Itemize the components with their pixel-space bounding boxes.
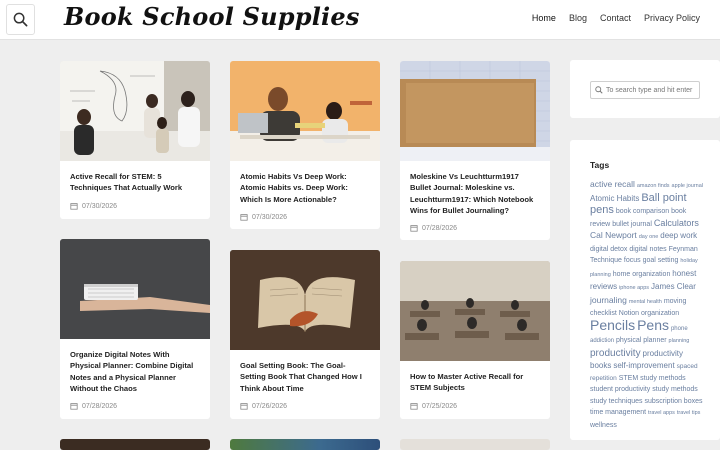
post-date: 07/30/2026 xyxy=(240,213,287,221)
tag-link[interactable]: Calculators xyxy=(654,218,699,228)
tag-link[interactable]: mental health xyxy=(629,299,662,305)
post-thumbnail[interactable] xyxy=(60,239,210,339)
tag-link[interactable]: book comparison xyxy=(616,208,669,215)
tag-link[interactable]: James Clear xyxy=(651,282,696,291)
tag-link[interactable]: planning xyxy=(669,338,690,344)
tag-link[interactable]: travel tips xyxy=(677,410,701,416)
tag-link[interactable]: bullet journal xyxy=(612,221,652,228)
post-thumbnail[interactable] xyxy=(400,61,550,161)
site-header: Book School Supplies Home Blog Contact P… xyxy=(0,0,720,40)
tag-link[interactable]: student productivity xyxy=(590,386,650,393)
tag-link[interactable]: Atomic Habits xyxy=(590,194,639,203)
sidebar-search-input[interactable]: To search type and hit enter xyxy=(590,81,700,99)
post-card[interactable] xyxy=(400,439,550,450)
post-card[interactable]: Organize Digital Notes With Physical Pla… xyxy=(60,239,210,419)
site-logo[interactable]: Book School Supplies xyxy=(64,2,360,31)
main-nav: Home Blog Contact Privacy Policy xyxy=(532,13,700,23)
tag-link[interactable]: self-improvement xyxy=(613,361,674,370)
post-card[interactable]: Atomic Habits Vs Deep Work: Atomic Habit… xyxy=(230,61,380,229)
post-card[interactable]: Goal Setting Book: The Goal-Setting Book… xyxy=(230,250,380,419)
post-date: 07/28/2026 xyxy=(70,402,117,410)
calendar-icon xyxy=(240,403,248,410)
tag-link[interactable]: apple journal xyxy=(672,183,704,189)
post-card[interactable] xyxy=(230,439,380,450)
tag-cloud: active recall amazon finds apple journal… xyxy=(590,179,705,431)
tag-link[interactable]: subscription boxes xyxy=(645,398,703,405)
tag-link[interactable]: study methods xyxy=(652,386,698,393)
nav-home[interactable]: Home xyxy=(532,13,556,23)
tag-link[interactable]: time management xyxy=(590,409,646,416)
post-thumbnail[interactable] xyxy=(230,61,380,161)
nav-contact[interactable]: Contact xyxy=(600,13,631,23)
tag-link[interactable]: focus xyxy=(624,257,641,264)
tag-link[interactable]: wellness xyxy=(590,422,617,429)
post-thumbnail[interactable] xyxy=(400,261,550,361)
post-thumbnail[interactable] xyxy=(60,439,210,450)
post-thumbnail[interactable] xyxy=(230,439,380,450)
tag-link[interactable]: day one xyxy=(639,234,659,240)
tag-link[interactable]: amazon finds xyxy=(637,183,670,189)
post-date: 07/30/2026 xyxy=(70,202,117,210)
tag-link[interactable]: iphone apps xyxy=(619,285,649,291)
post-card[interactable] xyxy=(60,439,210,450)
calendar-icon xyxy=(410,403,418,410)
post-title[interactable]: Atomic Habits Vs Deep Work: Atomic Habit… xyxy=(230,171,380,205)
post-title[interactable]: Goal Setting Book: The Goal-Setting Book… xyxy=(230,360,380,394)
tag-link[interactable]: active recall xyxy=(590,179,635,189)
tag-link[interactable]: study techniques xyxy=(590,398,643,405)
tag-link[interactable]: digital notes xyxy=(629,246,666,253)
post-date: 07/26/2026 xyxy=(240,402,287,410)
post-title[interactable]: Organize Digital Notes With Physical Pla… xyxy=(60,349,210,395)
tag-link[interactable]: deep work xyxy=(660,231,697,240)
post-thumbnail[interactable] xyxy=(60,61,210,161)
calendar-icon xyxy=(70,403,78,410)
tag-link[interactable]: digital detox xyxy=(590,246,627,253)
calendar-icon xyxy=(70,203,78,210)
calendar-icon xyxy=(240,214,248,221)
post-thumbnail[interactable] xyxy=(230,250,380,350)
calendar-icon xyxy=(410,225,418,232)
tag-link[interactable]: journaling xyxy=(590,295,627,305)
sidebar: To search type and hit enter Tags active… xyxy=(570,60,720,440)
search-button[interactable] xyxy=(6,4,35,35)
post-card[interactable]: Active Recall for STEM: 5 Techniques Tha… xyxy=(60,61,210,219)
post-date: 07/25/2026 xyxy=(410,402,457,410)
tag-link[interactable]: Cal Newport xyxy=(590,230,637,240)
tag-link[interactable]: Pens xyxy=(637,317,669,333)
post-title[interactable]: Active Recall for STEM: 5 Techniques Tha… xyxy=(60,171,210,194)
post-date: 07/28/2026 xyxy=(410,224,457,232)
tags-title: Tags xyxy=(590,160,610,170)
tag-link[interactable]: Pencils xyxy=(590,317,635,333)
tags-widget: Tags active recall amazon finds apple jo… xyxy=(570,140,720,440)
post-title[interactable]: Moleskine Vs Leuchtturm1917 Bullet Journ… xyxy=(400,171,550,217)
nav-privacy-policy[interactable]: Privacy Policy xyxy=(644,13,700,23)
search-icon xyxy=(13,12,28,27)
tag-link[interactable]: goal setting xyxy=(643,257,679,264)
tag-link[interactable]: productivity xyxy=(590,348,641,359)
tag-link[interactable]: physical planner xyxy=(616,337,667,344)
tag-link[interactable]: STEM study methods xyxy=(619,375,686,382)
tag-link[interactable]: home organization xyxy=(613,271,671,278)
post-title[interactable]: How to Master Active Recall for STEM Sub… xyxy=(400,371,550,394)
search-icon xyxy=(595,86,603,94)
post-card[interactable]: How to Master Active Recall for STEM Sub… xyxy=(400,261,550,419)
sidebar-search-widget: To search type and hit enter xyxy=(570,60,720,118)
nav-blog[interactable]: Blog xyxy=(569,13,587,23)
tag-link[interactable]: travel apps xyxy=(648,410,675,416)
post-thumbnail[interactable] xyxy=(400,439,550,450)
post-card[interactable]: Moleskine Vs Leuchtturm1917 Bullet Journ… xyxy=(400,61,550,240)
